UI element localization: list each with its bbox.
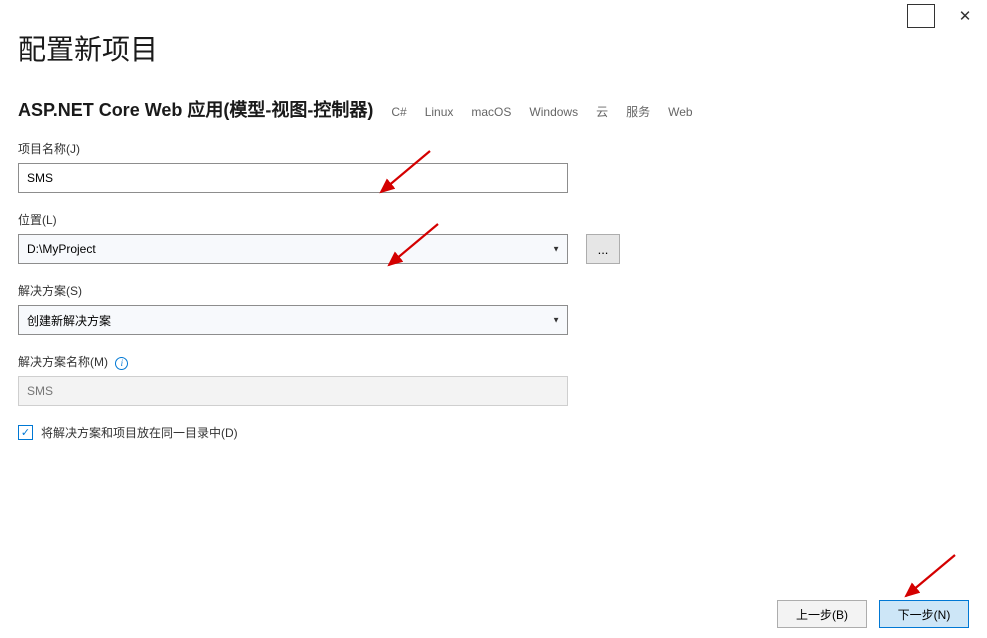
same-dir-row: ✓ 将解决方案和项目放在同一目录中(D)	[18, 424, 969, 441]
tag-linux: Linux	[425, 105, 454, 119]
solution-label: 解决方案(S)	[18, 282, 969, 299]
dialog-content: 配置新项目 ASP.NET Core Web 应用(模型-视图-控制器) C# …	[0, 0, 987, 441]
location-value: D:\MyProject	[27, 242, 96, 256]
project-name-label: 项目名称(J)	[18, 140, 969, 157]
tag-macos: macOS	[471, 105, 511, 119]
tag-windows: Windows	[529, 105, 578, 119]
tag-csharp: C#	[391, 105, 406, 119]
project-type-row: ASP.NET Core Web 应用(模型-视图-控制器) C# Linux …	[18, 96, 969, 122]
solution-name-label: 解决方案名称(M) i	[18, 353, 969, 370]
project-type-title: ASP.NET Core Web 应用(模型-视图-控制器)	[18, 96, 373, 122]
maximize-icon	[907, 4, 935, 28]
tag-cloud: 云	[596, 103, 608, 120]
location-label: 位置(L)	[18, 211, 969, 228]
info-icon[interactable]: i	[115, 357, 128, 370]
solution-name-input	[18, 376, 568, 406]
dialog-title: 配置新项目	[18, 28, 969, 68]
project-name-input[interactable]	[18, 163, 568, 193]
tag-service: 服务	[626, 103, 650, 120]
solution-value: 创建新解决方案	[27, 314, 111, 328]
solution-select[interactable]: 创建新解决方案	[18, 305, 568, 335]
solution-group: 解决方案(S) 创建新解决方案 ▼	[18, 282, 969, 335]
project-name-group: 项目名称(J)	[18, 140, 969, 193]
annotation-arrow-icon	[900, 552, 960, 607]
solution-name-group: 解决方案名称(M) i	[18, 353, 969, 406]
next-button[interactable]: 下一步(N)	[879, 600, 969, 628]
back-button[interactable]: 上一步(B)	[777, 600, 867, 628]
close-button[interactable]	[951, 4, 979, 28]
same-dir-checkbox[interactable]: ✓	[18, 425, 33, 440]
dialog-footer: 上一步(B) 下一步(N)	[777, 600, 969, 628]
same-dir-label[interactable]: 将解决方案和项目放在同一目录中(D)	[41, 424, 238, 441]
solution-name-label-text: 解决方案名称(M)	[18, 355, 108, 369]
tag-web: Web	[668, 105, 692, 119]
window-controls	[907, 4, 979, 28]
maximize-button[interactable]	[907, 4, 935, 28]
location-group: 位置(L) D:\MyProject ▼ ...	[18, 211, 969, 264]
browse-button[interactable]: ...	[586, 234, 620, 264]
location-select[interactable]: D:\MyProject	[18, 234, 568, 264]
